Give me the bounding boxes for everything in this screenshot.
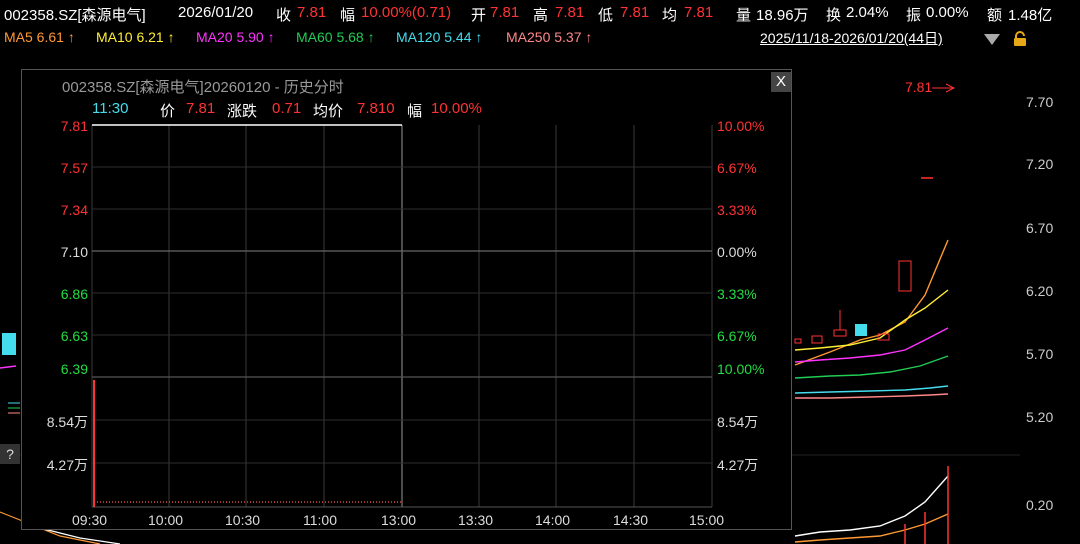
- help-button[interactable]: ?: [0, 444, 20, 464]
- time-axis-label: 13:30: [458, 512, 494, 528]
- price-axis-left: 6.63: [60, 328, 88, 344]
- candle: [833, 329, 847, 337]
- candle: [898, 260, 912, 292]
- close-value: 7.81: [297, 4, 327, 21]
- pct-axis-right: 3.33%: [717, 202, 757, 218]
- pct-axis-right: 0.00%: [717, 244, 757, 260]
- ma60-line: [794, 355, 949, 379]
- stock-code[interactable]: 002358.SZ[森源电气]: [4, 4, 146, 25]
- time-axis-label: 13:00: [381, 512, 417, 528]
- open-value: 7.81: [490, 4, 520, 21]
- price-axis-label: 6.70: [1026, 220, 1054, 236]
- volume-axis-left: 4.27万: [46, 457, 88, 473]
- avg-price-value: 7.810: [357, 100, 395, 117]
- high-value: 7.81: [555, 4, 585, 21]
- amplitude-value: 0.00%: [926, 4, 969, 21]
- change-label: 幅: [340, 7, 356, 24]
- volume-axis-left: 8.54万: [46, 414, 88, 430]
- price-axis-left: 7.10: [60, 244, 88, 260]
- amplitude-label: 振: [906, 7, 922, 24]
- price-axis-label: 7.20: [1026, 156, 1054, 172]
- avg-value: 7.81: [684, 4, 714, 21]
- price-label: 价: [160, 103, 176, 120]
- intraday-history-popup: 002358.SZ[森源电气]20260120 - 历史分时 X 11:30 价…: [21, 69, 792, 530]
- avg-price-label: 均价: [313, 103, 344, 120]
- quote-date: 2026/01/20: [178, 4, 254, 21]
- change-value: 0.71: [272, 100, 302, 117]
- pct-axis-right: 10.00%: [717, 361, 765, 377]
- time-axis-label: 15:00: [689, 512, 725, 528]
- time-axis-label: 10:00: [148, 512, 184, 528]
- turnover-value: 2.04%: [846, 4, 889, 21]
- lock-icon[interactable]: [1012, 31, 1028, 47]
- ma60-label: MA60 5.68 ↑: [296, 29, 375, 45]
- pct-label: 幅: [407, 103, 423, 120]
- candle: [855, 324, 867, 336]
- ma10-line: [794, 289, 949, 351]
- volume-axis-right: 4.27万: [717, 457, 759, 473]
- close-label: 收: [276, 7, 292, 24]
- cursor-time: 11:30: [92, 100, 129, 117]
- pct-axis-right: 10.00%: [717, 118, 765, 134]
- price-value: 7.81: [186, 100, 216, 117]
- low-label: 低: [598, 7, 614, 24]
- ma10-label: MA10 6.21 ↑: [96, 29, 175, 45]
- ma120-line: [794, 385, 949, 394]
- change-value: 10.00%(0.71): [361, 4, 452, 21]
- ma5-label: MA5 6.61 ↑: [4, 29, 75, 45]
- price-axis-label: 7.70: [1026, 94, 1054, 110]
- avg-label: 均: [662, 7, 678, 24]
- time-axis-label: 09:30: [72, 512, 108, 528]
- ma5-line: [794, 239, 949, 366]
- intraday-chart[interactable]: [22, 70, 793, 531]
- ma250-line: [795, 393, 949, 399]
- open-label: 开: [471, 7, 487, 24]
- quote-header: 002358.SZ[森源电气] 2026/01/20 收 7.81 幅 10.0…: [0, 0, 1080, 28]
- price-axis-left: 6.86: [60, 286, 88, 302]
- price-axis-left: 6.39: [60, 361, 88, 377]
- low-value: 7.81: [620, 4, 650, 21]
- price-axis-label: 5.20: [1026, 409, 1054, 425]
- pct-value: 10.00%: [431, 100, 482, 117]
- ma120-label: MA120 5.44 ↑: [396, 29, 483, 45]
- indicator-axis-label: 0.20: [1026, 497, 1054, 513]
- candle: [811, 335, 823, 344]
- high-label: 高: [533, 7, 549, 24]
- time-axis-label: 10:30: [225, 512, 261, 528]
- price-axis-left: 7.34: [60, 202, 88, 218]
- volume-axis-right: 8.54万: [717, 414, 759, 430]
- ma20-label: MA20 5.90 ↑: [196, 29, 275, 45]
- volume-value: 18.96万: [756, 7, 809, 24]
- amount-label: 额: [987, 7, 1003, 24]
- time-axis-label: 11:00: [303, 512, 337, 528]
- pct-axis-right: 6.67%: [717, 328, 757, 344]
- dropdown-triangle-icon[interactable]: [984, 34, 1000, 45]
- price-axis-label: 5.70: [1026, 346, 1054, 362]
- volume-label: 量: [736, 7, 752, 24]
- turnover-label: 换: [826, 7, 842, 24]
- price-axis-label: 6.20: [1026, 283, 1054, 299]
- max-price-tag: 7.81: [905, 79, 932, 95]
- price-axis-left: 7.81: [60, 118, 88, 134]
- pct-axis-right: 3.33%: [717, 286, 757, 302]
- date-range-selector[interactable]: 2025/11/18-2026/01/20(44日): [760, 28, 943, 48]
- candle: [2, 333, 16, 355]
- change-label: 涨跌: [227, 103, 258, 120]
- pct-axis-right: 6.67%: [717, 160, 757, 176]
- candle: [794, 338, 802, 344]
- price-axis-left: 7.57: [60, 160, 88, 176]
- amount-value: 1.48亿: [1008, 7, 1053, 24]
- ma20-line-left: [0, 365, 17, 369]
- time-axis-label: 14:30: [613, 512, 649, 528]
- time-axis-label: 14:00: [535, 512, 571, 528]
- ma250-label: MA250 5.37 ↑: [506, 29, 593, 45]
